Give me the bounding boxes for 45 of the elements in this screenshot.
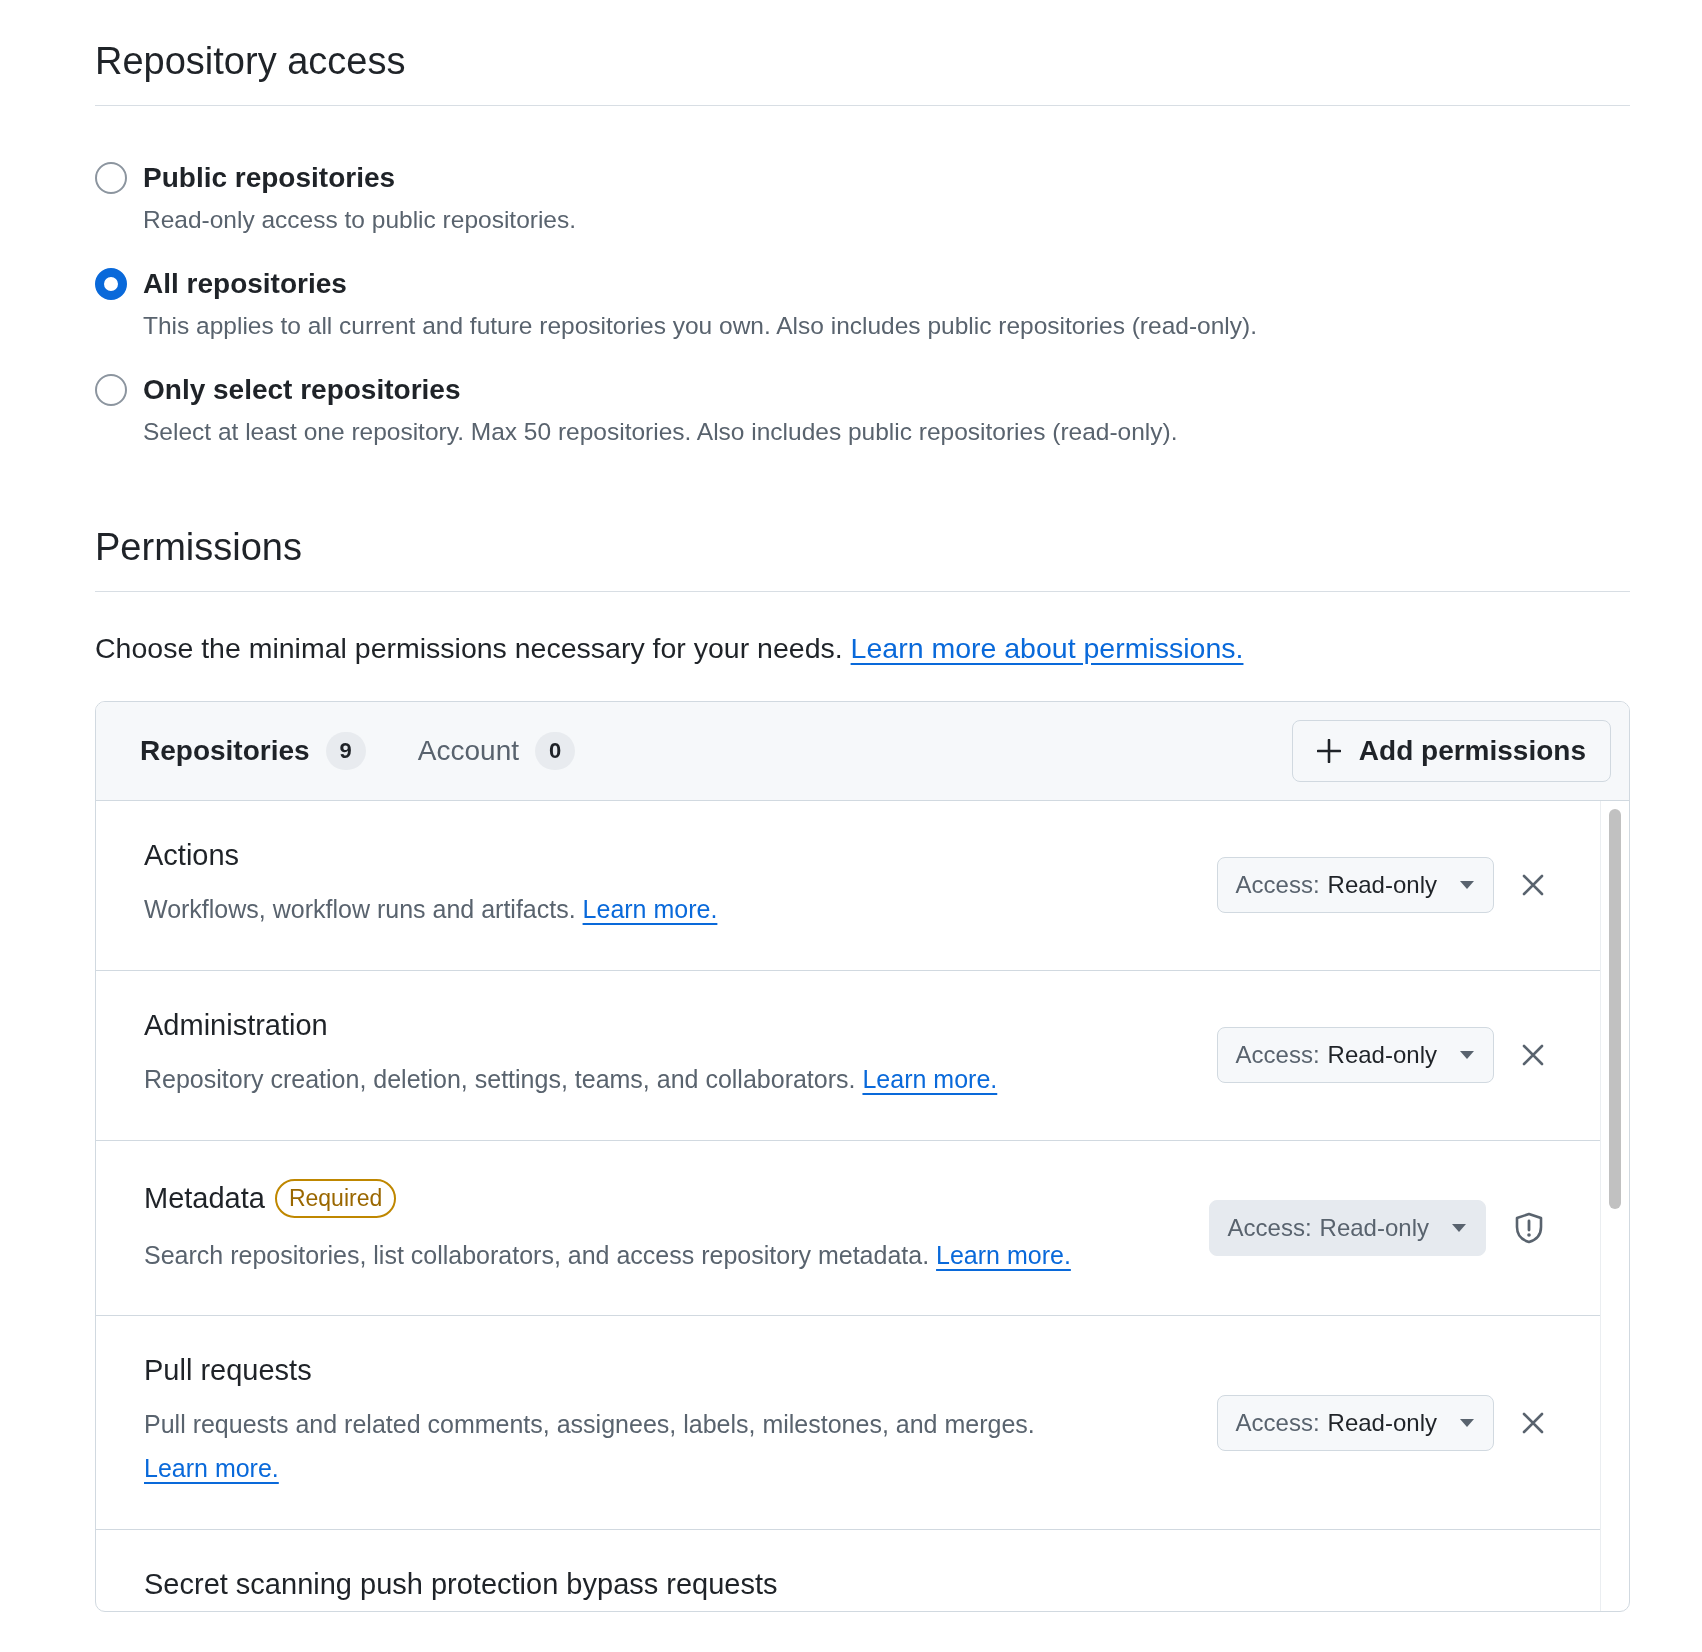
access-dropdown[interactable]: Access: Read-only (1216, 1027, 1494, 1084)
permissions-link[interactable]: Learn more about permissions. (850, 632, 1244, 664)
learn-more-link[interactable]: Learn more. (582, 895, 718, 923)
option-description: Select at least one repository. Max 50 repositories. Also includes public repositories (read-only). (143, 418, 1179, 446)
learn-more-link[interactable]: Learn more. (862, 1064, 998, 1093)
permission-title: Administration (144, 1008, 328, 1042)
section-heading: Permissions (95, 526, 1630, 592)
caret-icon (1459, 1417, 1475, 1428)
required-label: Required (274, 1178, 397, 1218)
learn-more-link[interactable]: Learn more. (936, 1240, 1071, 1269)
permission-description: Repository creation, deletion, settings, teams, and collaborators. Learn more. (144, 1063, 999, 1095)
add-permissions-button[interactable]: Add permissions (1291, 720, 1611, 782)
tab[interactable]: Repositories 9 (140, 732, 366, 770)
caret-icon (1451, 1222, 1467, 1233)
tab-counter: 0 (535, 732, 576, 770)
section-heading: Repository access (95, 40, 1630, 106)
option-label: All repositories (143, 268, 348, 300)
close-icon (1522, 1411, 1544, 1434)
plus-icon (1316, 739, 1341, 763)
permission-description: Workflows, workflow runs and artifacts. Learn more. (144, 894, 719, 925)
permission-title: Pull requests (144, 1354, 312, 1388)
radio-button[interactable] (95, 374, 127, 406)
tab[interactable]: Account 0 (417, 732, 576, 770)
radio-button[interactable] (95, 268, 127, 300)
caret-icon (1459, 1050, 1475, 1061)
permission-title: Secret scanning push protection bypass requests (144, 1567, 778, 1601)
permission-description: Search repositories, list collaborators, and access repository metadata. Learn more. (144, 1239, 1072, 1271)
permission-description: Pull requests and related comments, assignees, labels, milestones, and merges. Learn more. (144, 1409, 1036, 1484)
caret-icon (1459, 880, 1475, 891)
option-description: Read-only access to public repositories. (143, 206, 578, 234)
access-dropdown[interactable]: Access: Read-only (1216, 857, 1494, 914)
tab-counter: 9 (325, 732, 366, 770)
access-dropdown[interactable]: Access: Read-only (1216, 1394, 1494, 1451)
option-description: This applies to all current and future repositories you own. Also includes public repositories (read-only). (143, 312, 1258, 340)
option-label: Only select repositories (143, 374, 462, 406)
permission-title: Actions (144, 839, 240, 872)
permission-title: Metadata (144, 1181, 265, 1215)
scrollbar-thumb[interactable] (1609, 809, 1621, 1209)
close-icon (1522, 874, 1544, 897)
shield-icon (1514, 1211, 1544, 1244)
close-icon (1522, 1044, 1544, 1067)
option-label: Public repositories (143, 162, 397, 194)
radio-button[interactable] (95, 162, 127, 194)
intro-text: Choose the minimal permissions necessary for your needs. Learn more about permissions. (95, 632, 1245, 665)
learn-more-link[interactable]: Learn more. (144, 1454, 279, 1482)
